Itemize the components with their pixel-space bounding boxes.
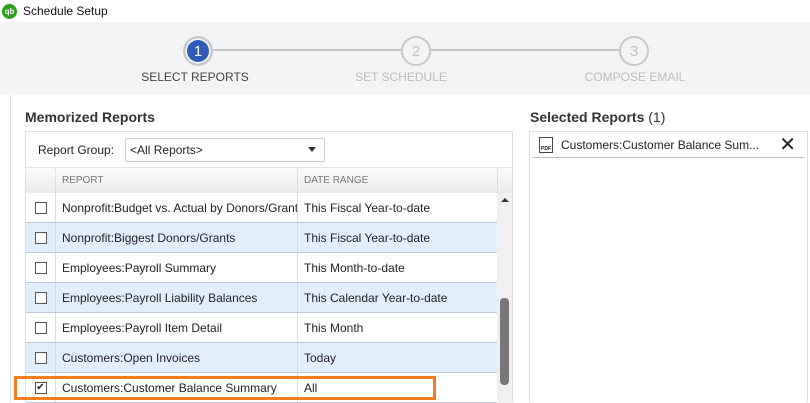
- row-checkbox-checked[interactable]: ✔: [34, 381, 47, 394]
- date-range: This Fiscal Year-to-date: [304, 200, 431, 215]
- title-bar: qb Schedule Setup: [0, 0, 810, 22]
- step-3-label: COMPOSE EMAIL: [584, 70, 686, 84]
- scrollbar-thumb[interactable]: [500, 298, 509, 385]
- date-range: All: [304, 380, 318, 395]
- selected-report-name: Customers:Customer Balance Sum...: [561, 137, 760, 152]
- step-2-label: SET SCHEDULE: [355, 70, 447, 84]
- table-row[interactable]: Nonprofit:Biggest Donors/Grants This Fisc…: [26, 223, 498, 253]
- report-name: Employees:Payroll Liability Balances: [56, 283, 298, 312]
- scroll-up-arrow-icon[interactable]: [497, 193, 512, 207]
- wizard-stepper: 1 2 3 SELECT REPORTS SET SCHEDULE COMPOS…: [0, 22, 810, 95]
- table-row[interactable]: Customers:Open Invoices Today: [26, 343, 498, 373]
- step-1-circle[interactable]: 1: [183, 36, 213, 66]
- selected-reports-panel: Selected Reports (1) PDF Customers:Custo…: [520, 95, 810, 402]
- report-group-row: Report Group: <All Reports>: [26, 132, 512, 167]
- selected-count: (1): [648, 109, 666, 125]
- memorized-reports-panel: Memorized Reports Report Group: <All Rep…: [10, 95, 520, 403]
- step-2-circle[interactable]: 2: [401, 36, 431, 66]
- row-checkbox[interactable]: [34, 231, 47, 244]
- close-icon[interactable]: ✕: [779, 135, 796, 155]
- reports-table: Report Group: <All Reports> REPORT DATE …: [25, 131, 513, 403]
- date-range: This Month-to-date: [304, 260, 405, 275]
- report-name: Nonprofit:Biggest Donors/Grants: [56, 223, 298, 252]
- step-1-label: SELECT REPORTS: [141, 70, 249, 84]
- step-connector: [431, 49, 619, 51]
- table-body: Nonprofit:Budget vs. Actual by Donors/Gr…: [26, 193, 512, 403]
- column-header-report[interactable]: REPORT: [56, 168, 298, 193]
- date-range: Today: [304, 350, 337, 365]
- step-3-circle[interactable]: 3: [619, 36, 649, 66]
- date-range: This Month: [304, 320, 364, 335]
- selected-reports-title: Selected Reports: [530, 109, 645, 125]
- selected-reports-heading: Selected Reports (1): [530, 109, 665, 125]
- row-checkbox[interactable]: [34, 291, 47, 304]
- row-checkbox[interactable]: [34, 261, 47, 274]
- report-name: Customers:Customer Balance Summary: [56, 373, 298, 402]
- checkbox-column-header: [26, 168, 56, 193]
- selected-reports-list: PDF Customers:Customer Balance Sum... ✕: [529, 131, 808, 402]
- report-name: Nonprofit:Budget vs. Actual by Donors/Gr…: [56, 193, 298, 222]
- window-title: Schedule Setup: [23, 4, 108, 18]
- row-checkbox[interactable]: [34, 351, 47, 364]
- date-range: This Calendar Year-to-date: [304, 290, 448, 305]
- row-checkbox[interactable]: [34, 201, 47, 214]
- pdf-icon: PDF: [539, 136, 553, 153]
- table-row[interactable]: ✔ Customers:Customer Balance Summary All: [26, 373, 498, 403]
- report-name: Employees:Payroll Summary: [56, 253, 298, 282]
- table-row[interactable]: Employees:Payroll Summary This Month-to-d…: [26, 253, 498, 283]
- report-group-select[interactable]: <All Reports>: [125, 137, 326, 162]
- table-row[interactable]: Employees:Payroll Item Detail This Month: [26, 313, 498, 343]
- column-header-date-range[interactable]: DATE RANGE: [298, 168, 498, 193]
- memorized-reports-heading: Memorized Reports: [25, 109, 155, 125]
- report-group-label: Report Group:: [38, 142, 115, 157]
- table-header: REPORT DATE RANGE: [26, 167, 512, 193]
- table-row[interactable]: Nonprofit:Budget vs. Actual by Donors/Gr…: [26, 193, 498, 223]
- selected-report-item[interactable]: PDF Customers:Customer Balance Sum... ✕: [533, 132, 804, 158]
- table-row[interactable]: Employees:Payroll Liability Balances This…: [26, 283, 498, 313]
- report-name: Customers:Open Invoices: [56, 343, 298, 372]
- step-connector: [213, 49, 401, 51]
- row-checkbox[interactable]: [34, 321, 47, 334]
- quickbooks-logo-icon: qb: [2, 3, 17, 19]
- vertical-scrollbar[interactable]: [497, 193, 512, 403]
- chevron-down-icon: [308, 147, 317, 152]
- date-range: This Fiscal Year-to-date: [304, 230, 431, 245]
- report-group-value: <All Reports>: [130, 142, 203, 157]
- report-name: Employees:Payroll Item Detail: [56, 313, 298, 342]
